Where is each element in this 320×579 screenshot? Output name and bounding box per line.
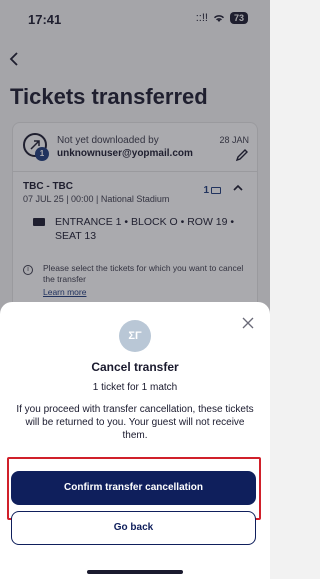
- confirm-transfer-cancellation-button[interactable]: Confirm transfer cancellation: [11, 471, 256, 505]
- close-icon[interactable]: [242, 316, 256, 330]
- home-indicator: [87, 570, 183, 574]
- dialog-title: Cancel transfer: [91, 360, 179, 374]
- dialog-subtitle: 1 ticket for 1 match: [92, 382, 178, 393]
- cancel-transfer-sheet: ΣΓ Cancel transfer 1 ticket for 1 match …: [0, 302, 270, 579]
- go-back-button[interactable]: Go back: [11, 511, 256, 545]
- transfer-cancel-icon: ΣΓ: [119, 320, 151, 352]
- dialog-body: If you proceed with transfer cancellatio…: [16, 404, 254, 441]
